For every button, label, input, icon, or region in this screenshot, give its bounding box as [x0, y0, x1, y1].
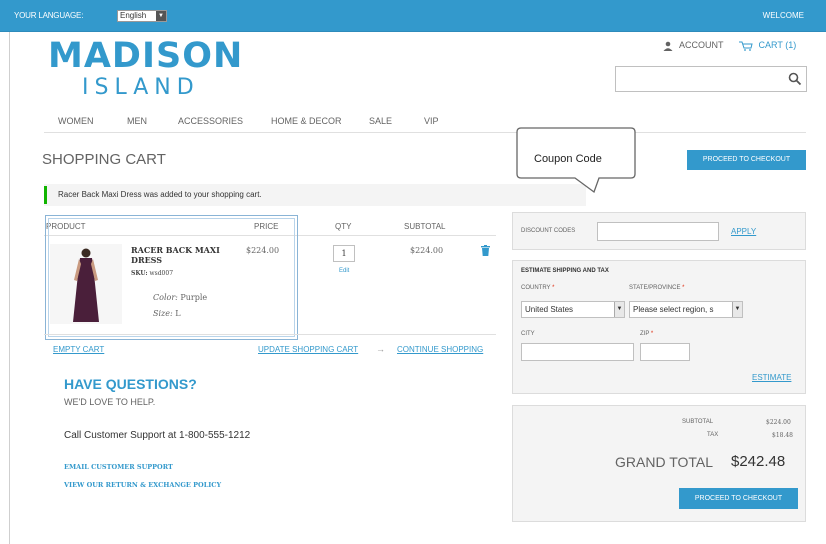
product-sku-value: wsd007	[149, 270, 174, 277]
nav-item-accessories[interactable]: Accessories	[178, 116, 243, 126]
cart-link[interactable]: Cart (1)	[739, 40, 796, 51]
cart-label: Cart (1)	[758, 40, 797, 50]
discount-code-input[interactable]	[597, 222, 719, 241]
country-select[interactable]: United States ▼	[521, 301, 625, 318]
zip-required-mark: *	[650, 331, 654, 337]
language-value: English	[120, 11, 147, 20]
option-size-value: L	[175, 309, 181, 318]
state-label: State/Province *	[629, 285, 684, 291]
column-header-qty: Qty	[335, 222, 352, 231]
edit-item-link[interactable]: Edit	[339, 268, 349, 274]
state-label-text: State/Province	[629, 285, 681, 291]
questions-subtitle: We'd love to help.	[64, 397, 156, 407]
language-select[interactable]: English ▼	[117, 10, 167, 22]
main-nav: Women Men Accessories Home & Decor Sale …	[44, 113, 806, 133]
success-message: Racer Back Maxi Dress was added to your …	[44, 184, 586, 206]
search-input[interactable]	[616, 67, 776, 91]
nav-item-sale[interactable]: Sale	[369, 116, 392, 126]
success-message-text: Racer Back Maxi Dress was added to your …	[58, 190, 262, 199]
empty-cart-link[interactable]: Empty Cart	[53, 345, 104, 354]
quantity-input[interactable]: 1	[333, 245, 355, 262]
state-required-mark: *	[682, 285, 685, 291]
top-bar: Your Language: English ▼ Welcome	[0, 0, 826, 32]
account-label: Account	[679, 40, 724, 50]
chevron-down-icon: ▼	[614, 302, 624, 317]
trash-icon[interactable]	[481, 245, 490, 256]
continue-shopping-link[interactable]: Continue Shopping	[397, 345, 483, 354]
country-label-text: Country	[521, 285, 551, 291]
country-select-value: United States	[525, 305, 574, 314]
estimate-shipping-title: Estimate Shipping and Tax	[521, 268, 609, 274]
apply-discount-link[interactable]: Apply	[731, 227, 756, 236]
product-price: $224.00	[246, 246, 280, 255]
nav-item-men[interactable]: Men	[127, 116, 147, 126]
zip-label-text: Zip	[640, 331, 650, 337]
chevron-down-icon: ▼	[156, 11, 166, 21]
nav-item-home-decor[interactable]: Home & Decor	[271, 116, 342, 126]
option-color-label: Color:	[153, 293, 178, 302]
city-input[interactable]	[521, 343, 634, 361]
tax-label: Tax	[707, 432, 719, 438]
language-label: Your Language:	[14, 11, 84, 20]
callout-text: Coupon Code	[534, 153, 602, 165]
option-color-value: Purple	[180, 293, 208, 302]
proceed-to-checkout-button-top[interactable]: Proceed to Checkout	[687, 150, 806, 170]
product-image[interactable]	[50, 244, 122, 324]
column-header-subtotal: Subtotal	[404, 222, 446, 231]
grand-total-label: Grand Total	[615, 454, 714, 470]
search-icon[interactable]	[788, 72, 802, 86]
grand-total-value: $242.48	[731, 453, 786, 470]
country-label: Country *	[521, 285, 554, 291]
arrow-right-icon: →	[376, 344, 385, 354]
product-sku-label: SKU:	[131, 270, 148, 277]
nav-item-vip[interactable]: VIP	[424, 116, 439, 126]
logo-island[interactable]: ISLAND	[82, 76, 200, 100]
page-left-border	[9, 32, 10, 544]
chevron-down-icon: ▼	[732, 302, 742, 317]
nav-item-women[interactable]: Women	[58, 116, 94, 126]
product-option-color: Color: Purple	[153, 293, 207, 302]
subtotal-value: $224.00	[766, 419, 791, 426]
state-select-value: Please select region, s	[633, 305, 714, 314]
zip-label: Zip *	[640, 331, 653, 337]
person-icon	[663, 41, 673, 51]
search-box	[615, 66, 807, 92]
update-cart-link[interactable]: Update Shopping Cart	[258, 345, 358, 354]
product-subtotal: $224.00	[410, 246, 444, 255]
proceed-to-checkout-button-bottom[interactable]: Proceed to Checkout	[679, 488, 798, 509]
email-support-link[interactable]: Email Customer Support	[64, 463, 173, 471]
logo-madison[interactable]: MADISON	[48, 36, 243, 76]
zip-input[interactable]	[640, 343, 690, 361]
questions-title: Have Questions?	[64, 376, 197, 392]
cart-icon	[739, 41, 753, 51]
success-indicator	[44, 186, 47, 204]
account-link[interactable]: Account	[663, 40, 724, 51]
country-required-mark: *	[552, 285, 555, 291]
product-option-size: Size: L	[153, 309, 181, 318]
discount-codes-label: Discount Codes	[521, 228, 576, 234]
welcome-text: Welcome	[762, 11, 804, 20]
return-policy-link[interactable]: View our Return & Exchange Policy	[64, 481, 221, 489]
tax-value: $18.48	[772, 432, 793, 439]
city-label: City	[521, 331, 535, 337]
product-name[interactable]: Racer Back Maxi Dress	[131, 245, 231, 265]
estimate-link[interactable]: Estimate	[752, 373, 791, 382]
page-title: Shopping Cart	[42, 151, 166, 168]
state-select[interactable]: Please select region, s ▼	[629, 301, 743, 318]
product-sku: SKU: wsd007	[131, 270, 173, 277]
subtotal-label: Subtotal	[682, 419, 714, 425]
option-size-label: Size:	[153, 309, 173, 318]
support-phone-text: Call Customer Support at 1-800-555-1212	[64, 430, 251, 441]
